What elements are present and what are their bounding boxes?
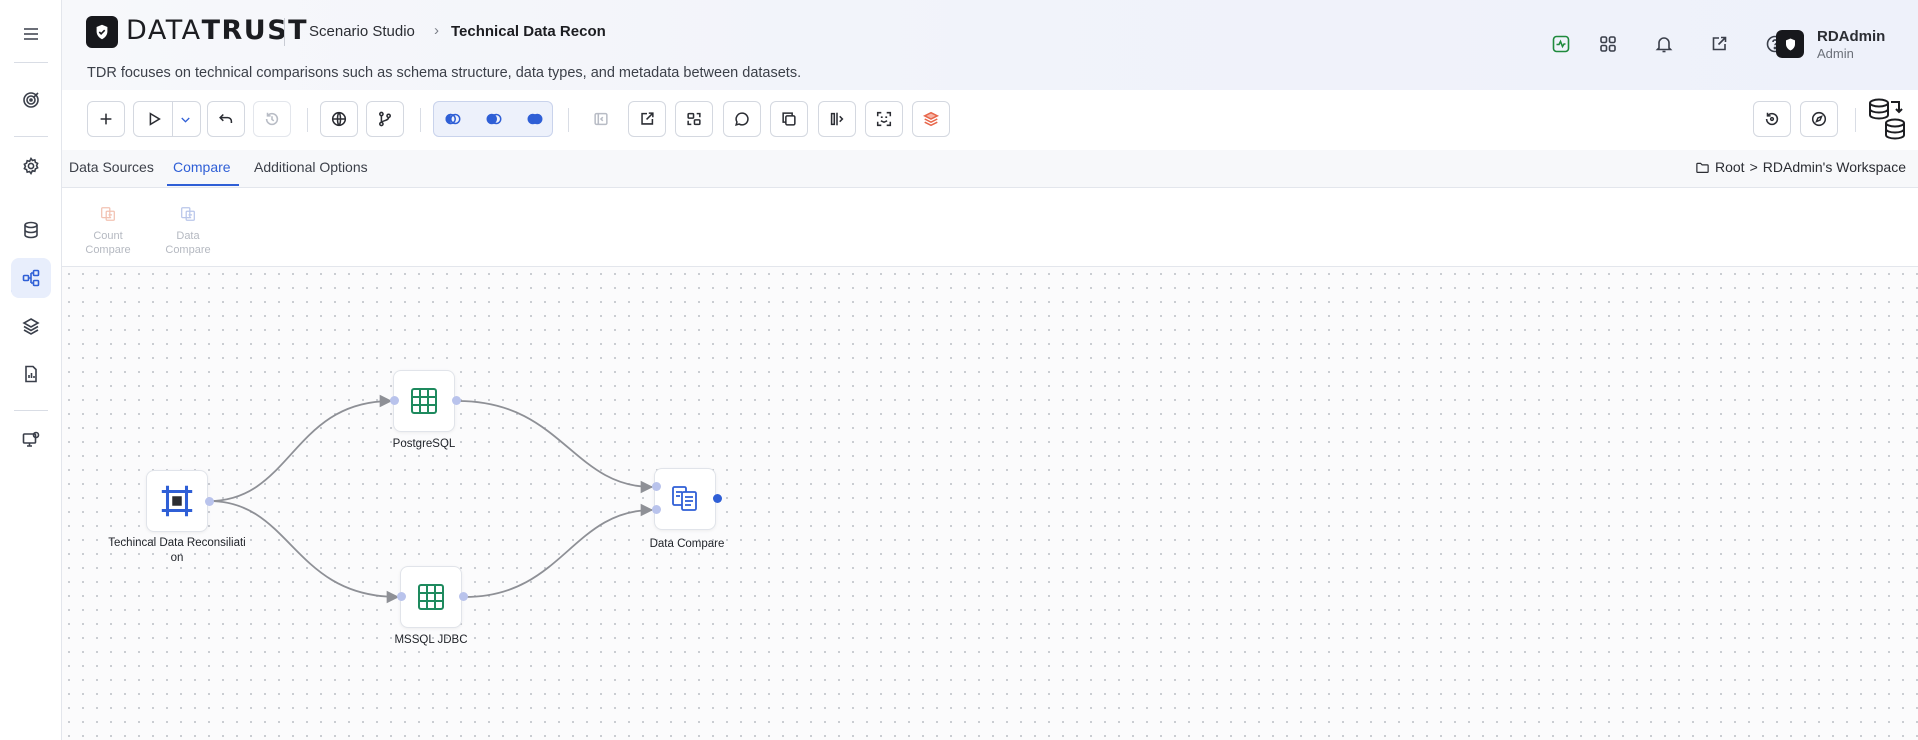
compare-input-port-2[interactable] [652, 505, 661, 514]
collapse-panel-button[interactable] [582, 101, 620, 137]
tab-additional-options[interactable]: Additional Options [254, 159, 368, 175]
join-toggle-group [433, 101, 553, 137]
data-compare-icon [672, 486, 697, 511]
app-logo: DATATRUST [126, 15, 309, 46]
compare-input-port-1[interactable] [652, 482, 661, 491]
activity-icon[interactable] [1547, 30, 1575, 58]
node-postgresql-label: PostgreSQL [392, 438, 456, 450]
user-name[interactable]: RDAdmin [1817, 28, 1885, 45]
workspace-separator: > [1749, 159, 1758, 175]
left-sidebar [0, 0, 62, 740]
component-palette: Count Compare Data Compare [62, 188, 1918, 267]
toolbar-divider [307, 108, 308, 132]
chevron-down-icon [181, 117, 190, 123]
node-source-label: Techincal Data Reconsiliati on [108, 537, 246, 564]
postgres-output-port[interactable] [452, 396, 461, 405]
restore-button[interactable] [1753, 101, 1791, 137]
edge-source-postgres [208, 394, 393, 502]
compass-button[interactable] [1800, 101, 1838, 137]
workflow-canvas[interactable]: Techincal Data Reconsiliati on PostgreSQL… [62, 267, 1918, 740]
branch-button[interactable] [366, 101, 404, 137]
node-source[interactable] [146, 470, 208, 532]
source-output-port[interactable] [205, 497, 214, 506]
node-mssql-label: MSSQL JDBC [394, 634, 468, 646]
history-button[interactable] [253, 101, 291, 137]
table-icon [418, 584, 444, 610]
data-recon-icon[interactable] [1867, 97, 1907, 141]
swap-button[interactable] [675, 101, 713, 137]
page-title: Technical Data Recon [451, 23, 606, 40]
page-description: TDR focuses on technical comparisons suc… [87, 65, 802, 81]
postgres-input-port[interactable] [390, 396, 399, 405]
sidebar-divider [14, 410, 48, 411]
scan-button[interactable] [865, 101, 903, 137]
full-join-icon[interactable] [526, 110, 544, 128]
apps-grid-icon[interactable] [1594, 30, 1622, 58]
edge-postgres-compare [457, 400, 654, 494]
workflow-icon[interactable] [11, 258, 51, 298]
count-compare-icon [101, 207, 115, 221]
connection-edges [208, 394, 654, 604]
copy-button[interactable] [770, 101, 808, 137]
report-icon[interactable] [11, 354, 51, 394]
chevron-right-icon: › [434, 22, 439, 39]
node-data-compare[interactable] [654, 468, 716, 530]
tab-compare[interactable]: Compare [173, 159, 231, 175]
sidebar-divider [14, 136, 48, 137]
toolbar-divider [1855, 108, 1856, 132]
run-button[interactable] [133, 101, 201, 137]
toolbar [62, 90, 1918, 150]
compare-output-port[interactable] [713, 494, 722, 503]
folder-icon [1696, 162, 1709, 173]
open-external-button[interactable] [628, 101, 666, 137]
active-tab-indicator [167, 184, 239, 186]
palette-count-compare[interactable]: Count Compare [73, 205, 143, 257]
top-header: DATATRUST Scenario Studio › Technical Da… [62, 0, 1918, 90]
logo-shield-icon [86, 16, 118, 48]
tab-data-sources[interactable]: Data Sources [69, 159, 154, 175]
table-icon [411, 388, 437, 414]
split-button[interactable] [818, 101, 856, 137]
sidebar-divider [14, 62, 48, 63]
bell-icon[interactable] [1650, 30, 1678, 58]
edge-mssql-compare [464, 503, 654, 598]
toolbar-divider [568, 108, 569, 132]
inner-join-icon[interactable] [485, 110, 503, 128]
menu-icon[interactable] [11, 14, 51, 54]
stack-layers-button[interactable] [912, 101, 950, 137]
palette-data-compare[interactable]: Data Compare [153, 205, 223, 257]
avatar[interactable] [1776, 30, 1804, 58]
comment-button[interactable] [723, 101, 761, 137]
left-join-icon[interactable] [444, 110, 462, 128]
node-mssql[interactable] [400, 566, 462, 628]
data-compare-icon [181, 207, 195, 221]
workspace-name[interactable]: RDAdmin's Workspace [1763, 159, 1906, 175]
toolbar-divider [420, 108, 421, 132]
add-button[interactable] [87, 101, 125, 137]
breadcrumb-parent[interactable]: Scenario Studio [309, 23, 415, 40]
mssql-input-port[interactable] [397, 592, 406, 601]
node-postgresql[interactable] [393, 370, 455, 432]
globe-button[interactable] [320, 101, 358, 137]
user-role: Admin [1817, 46, 1854, 61]
header-divider [284, 18, 285, 46]
database-icon[interactable] [11, 210, 51, 250]
gear-icon[interactable] [11, 146, 51, 186]
target-icon[interactable] [11, 80, 51, 120]
workspace-breadcrumb[interactable]: Root > RDAdmin's Workspace [1695, 159, 1906, 175]
monitor-settings-icon[interactable] [11, 420, 51, 460]
layers-icon[interactable] [11, 306, 51, 346]
reconciliation-icon [161, 485, 193, 517]
workspace-root[interactable]: Root [1715, 159, 1745, 175]
undo-button[interactable] [207, 101, 245, 137]
tabs-bar: Data Sources Compare Additional Options … [62, 150, 1918, 188]
external-link-icon[interactable] [1705, 30, 1733, 58]
mssql-output-port[interactable] [459, 592, 468, 601]
node-data-compare-label: Data Compare [649, 538, 725, 550]
